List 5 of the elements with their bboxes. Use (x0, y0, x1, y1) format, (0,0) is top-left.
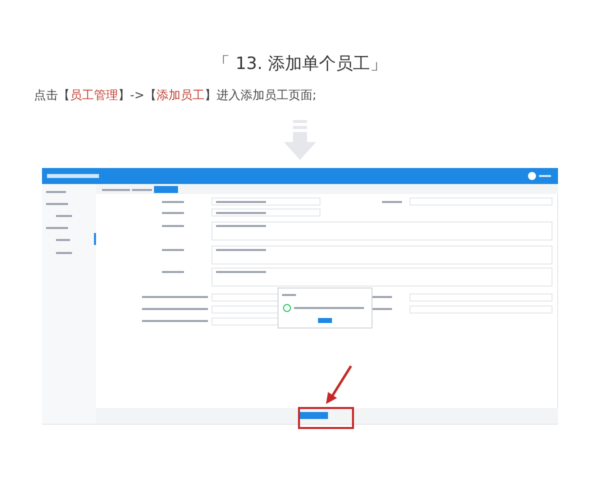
pointer-arrow (324, 364, 354, 406)
highlight-box (298, 406, 354, 428)
instruction-text: 点击【员工管理】->【添加员工】进入添加员工页面; (34, 86, 316, 104)
section-heading: 「 13. 添加单个员工」 (213, 53, 387, 76)
down-arrow-icon (282, 120, 318, 160)
